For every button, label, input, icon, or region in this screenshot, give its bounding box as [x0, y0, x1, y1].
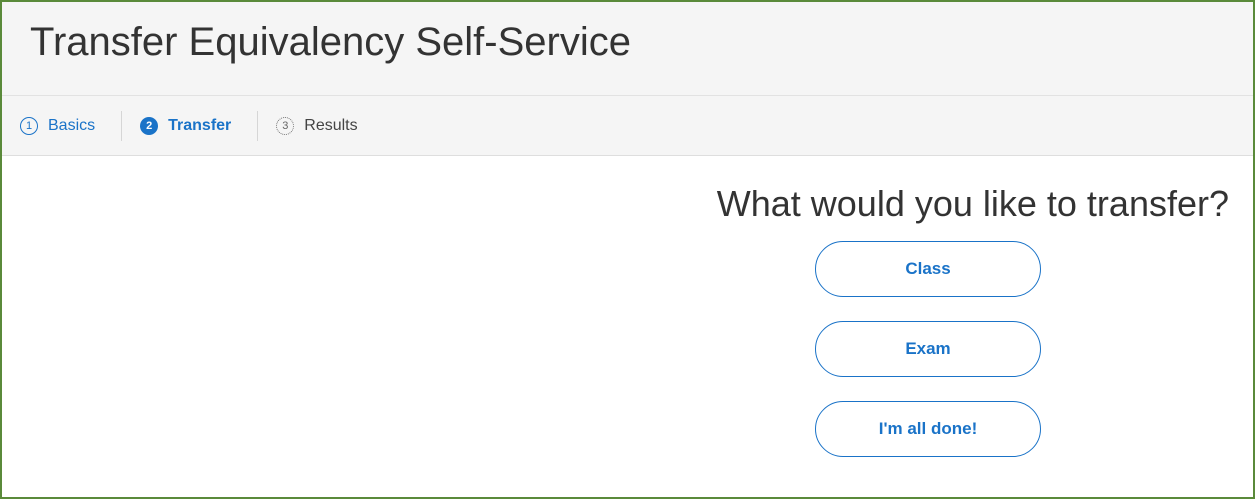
step-label: Basics	[48, 116, 96, 134]
step-number-icon: 2	[140, 116, 159, 135]
step-divider	[257, 110, 259, 141]
step-divider	[121, 110, 123, 141]
page-title: Transfer Equivalency Self-Service	[30, 20, 631, 64]
step-transfer[interactable]: 2 Transfer	[140, 110, 231, 142]
step-label: Transfer	[168, 116, 232, 134]
question-heading: What would you like to transfer?	[716, 183, 1229, 224]
step-basics[interactable]: 1 Basics	[20, 110, 95, 142]
step-number-icon: 1	[20, 116, 38, 135]
main-content: What would you like to transfer? Class E…	[2, 157, 1253, 497]
app-header: Transfer Equivalency Self-Service	[2, 2, 1253, 96]
step-number-icon: 3	[276, 116, 295, 135]
step-results[interactable]: 3 Results	[276, 110, 358, 142]
exam-button[interactable]: Exam	[815, 321, 1041, 377]
class-button[interactable]: Class	[815, 241, 1041, 297]
step-navigation: 1 Basics 2 Transfer 3 Results	[2, 96, 1253, 156]
app-frame: Transfer Equivalency Self-Service 1 Basi…	[0, 0, 1255, 499]
step-label: Results	[304, 116, 358, 134]
all-done-button[interactable]: I'm all done!	[815, 401, 1041, 457]
